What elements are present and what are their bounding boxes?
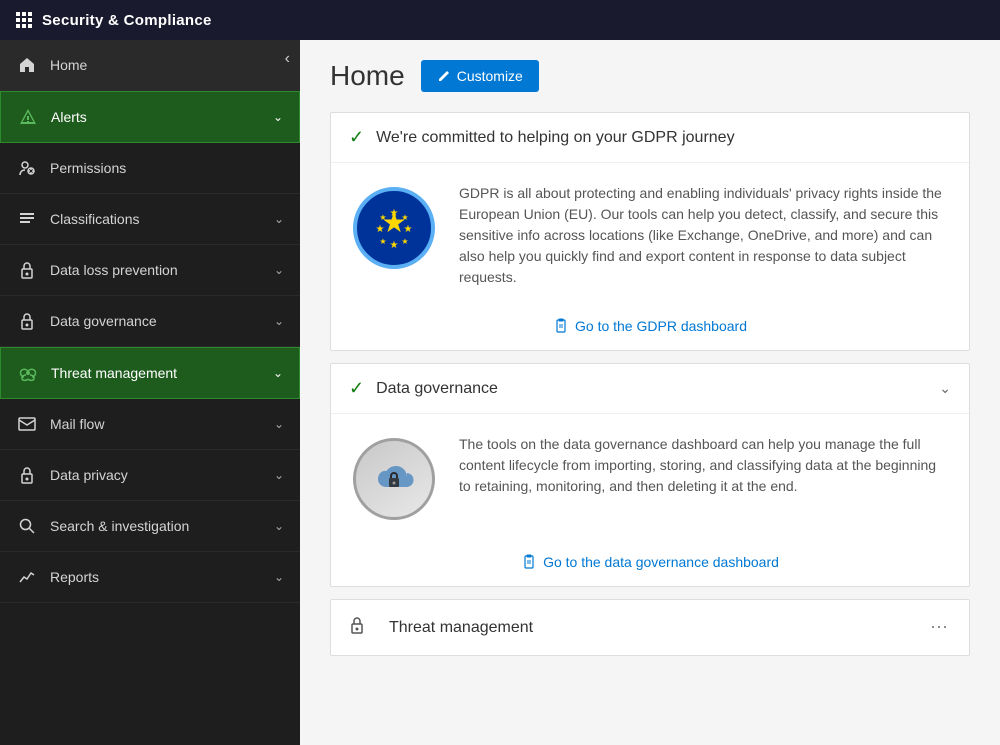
permissions-icon [16, 157, 38, 179]
mail-icon [16, 413, 38, 435]
svg-text:★: ★ [376, 224, 385, 235]
sidebar-item-label: Reports [50, 569, 274, 585]
chevron-down-icon: ⌄ [274, 314, 284, 328]
eu-flag: ★ ★ ★ ★ ★ ★ ★ ★ ★ [353, 187, 435, 269]
sidebar-item-label: Data governance [50, 313, 274, 329]
sidebar-item-label: Home [50, 57, 284, 73]
page-title: Home [330, 60, 405, 92]
svg-text:★: ★ [379, 213, 386, 222]
sidebar-item-label: Search & investigation [50, 518, 274, 534]
cloud-lock-icon [353, 438, 435, 520]
gdpr-card: ✓ We're committed to helping on your GDP… [330, 112, 970, 351]
gdpr-dashboard-link[interactable]: Go to the GDPR dashboard [553, 318, 747, 334]
svg-text:★: ★ [401, 237, 408, 246]
threat-management-card-header: Threat management ⋯ [331, 600, 969, 655]
search-icon [16, 515, 38, 537]
sidebar-item-classifications[interactable]: Classifications ⌄ [0, 194, 300, 245]
sidebar: ‹ Home Alerts ⌄ [0, 40, 300, 745]
sidebar-item-label: Data loss prevention [50, 262, 274, 278]
chevron-down-icon: ⌄ [274, 417, 284, 431]
sidebar-collapse-button[interactable]: ‹ [285, 50, 290, 68]
sidebar-item-data-governance[interactable]: Data governance ⌄ [0, 296, 300, 347]
clipboard-icon [553, 318, 569, 334]
gdpr-card-footer: Go to the GDPR dashboard [331, 308, 969, 350]
data-governance-card-title: Data governance [376, 380, 927, 398]
customize-button[interactable]: Customize [421, 60, 539, 92]
home-icon [16, 54, 38, 76]
check-icon: ✓ [349, 127, 364, 148]
classifications-icon [16, 208, 38, 230]
svg-text:★: ★ [404, 224, 413, 235]
cloud-lock-svg [369, 457, 419, 501]
svg-text:★: ★ [401, 213, 408, 222]
main-layout: ‹ Home Alerts ⌄ [0, 40, 1000, 745]
alert-icon [17, 106, 39, 128]
app-grid-icon [16, 12, 32, 28]
gdpr-card-body: ★ ★ ★ ★ ★ ★ ★ ★ ★ GDPR is all about prot… [331, 163, 969, 308]
sidebar-item-data-loss-prevention[interactable]: Data loss prevention ⌄ [0, 245, 300, 296]
chevron-down-icon: ⌄ [274, 263, 284, 277]
chevron-down-icon: ⌄ [274, 570, 284, 584]
chevron-down-icon: ⌄ [274, 212, 284, 226]
sidebar-item-permissions[interactable]: Permissions [0, 143, 300, 194]
svg-text:★: ★ [390, 208, 399, 219]
sidebar-item-home[interactable]: Home [0, 40, 300, 91]
chevron-down-icon: ⌄ [274, 519, 284, 533]
data-governance-link-text: Go to the data governance dashboard [543, 554, 779, 570]
top-bar: Security & Compliance [0, 0, 1000, 40]
data-governance-dashboard-link[interactable]: Go to the data governance dashboard [521, 554, 779, 570]
reports-icon [16, 566, 38, 588]
sidebar-item-label: Permissions [50, 160, 284, 176]
cloud-icon-container [349, 434, 439, 524]
page-header: Home Customize [330, 60, 970, 92]
sidebar-item-alerts[interactable]: Alerts ⌄ [0, 91, 300, 143]
chevron-down-icon: ⌄ [273, 366, 283, 380]
chevron-down-icon: ⌄ [273, 110, 283, 124]
sidebar-item-label: Alerts [51, 109, 273, 125]
gdpr-link-text: Go to the GDPR dashboard [575, 318, 747, 334]
sidebar-item-label: Threat management [51, 365, 273, 381]
gdpr-card-text: GDPR is all about protecting and enablin… [459, 183, 951, 288]
lock-icon [349, 616, 365, 639]
data-governance-card-footer: Go to the data governance dashboard [331, 544, 969, 586]
edit-icon [437, 69, 451, 83]
threat-management-card: Threat management ⋯ [330, 599, 970, 656]
gdpr-card-header: ✓ We're committed to helping on your GDP… [331, 113, 969, 163]
data-governance-lock-icon [16, 310, 38, 332]
check-icon: ✓ [349, 378, 364, 399]
content-area: Home Customize ✓ We're committed to help… [300, 40, 1000, 745]
data-governance-card-header: ✓ Data governance ⌄ [331, 364, 969, 414]
data-privacy-lock-icon [16, 464, 38, 486]
sidebar-item-label: Mail flow [50, 416, 274, 432]
more-options-icon[interactable]: ⋯ [930, 617, 951, 638]
sidebar-item-search-investigation[interactable]: Search & investigation ⌄ [0, 501, 300, 552]
biohazard-icon [17, 362, 39, 384]
eu-flag-icon-container: ★ ★ ★ ★ ★ ★ ★ ★ ★ [349, 183, 439, 273]
svg-text:★: ★ [379, 237, 386, 246]
data-governance-card: ✓ Data governance ⌄ [330, 363, 970, 587]
sidebar-item-mail-flow[interactable]: Mail flow ⌄ [0, 399, 300, 450]
sidebar-item-data-privacy[interactable]: Data privacy ⌄ [0, 450, 300, 501]
chevron-down-icon: ⌄ [274, 468, 284, 482]
sidebar-item-label: Classifications [50, 211, 274, 227]
data-governance-card-body: The tools on the data governance dashboa… [331, 414, 969, 544]
sidebar-item-threat-management[interactable]: Threat management ⌄ [0, 347, 300, 399]
app-title: Security & Compliance [42, 12, 212, 29]
eu-stars-svg: ★ ★ ★ ★ ★ ★ ★ ★ ★ [368, 202, 420, 254]
gdpr-card-title: We're committed to helping on your GDPR … [376, 129, 951, 147]
sidebar-item-label: Data privacy [50, 467, 274, 483]
sidebar-item-reports[interactable]: Reports ⌄ [0, 552, 300, 603]
clipboard-icon [521, 554, 537, 570]
svg-text:★: ★ [390, 240, 399, 251]
chevron-down-icon: ⌄ [939, 380, 951, 397]
data-governance-card-text: The tools on the data governance dashboa… [459, 434, 951, 497]
threat-management-card-title: Threat management [389, 619, 918, 637]
lock-icon [16, 259, 38, 281]
